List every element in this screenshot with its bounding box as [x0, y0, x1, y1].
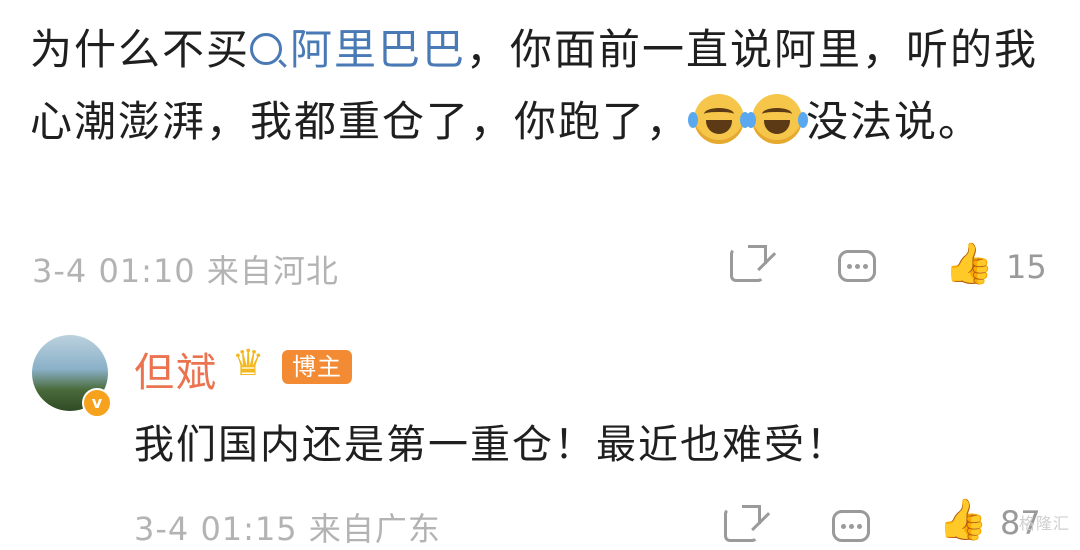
reply-username[interactable]: 但斌: [134, 340, 218, 398]
like-icon[interactable]: 👍: [938, 500, 988, 540]
comment-text-start: 为什么不买: [30, 25, 251, 74]
laugh-cry-icon: [746, 93, 809, 144]
laugh-cry-icon: [688, 93, 751, 144]
reply-text: 我们国内还是第一重仓！最近也难受！: [134, 422, 848, 468]
mention-label: 阿里巴巴: [290, 25, 467, 74]
author-badge: 博主: [282, 350, 352, 384]
comment-timestamp: 3-4 01:10 来自河北: [32, 252, 339, 290]
verified-badge: v: [82, 388, 112, 418]
comment-text-end: 没法说。: [806, 97, 983, 146]
comment-icon[interactable]: [838, 250, 876, 282]
mention-link[interactable]: 阿里巴巴: [250, 25, 466, 74]
crown-icon: ♛: [232, 343, 265, 384]
share-icon[interactable]: [724, 505, 761, 542]
comment-body: 为什么不买 阿里巴巴，你面前一直说阿里，听的我心潮澎湃，我都重仓了，你跑了， 没法说…: [30, 14, 1040, 158]
comment-icon[interactable]: [832, 510, 870, 542]
search-icon: [250, 32, 283, 65]
watermark: 格隆汇: [1018, 514, 1070, 533]
like-icon[interactable]: 👍: [944, 244, 994, 284]
like-count: 15: [1006, 248, 1047, 286]
reply-timestamp: 3-4 01:15 来自广东: [134, 510, 441, 548]
share-icon[interactable]: [730, 245, 767, 282]
